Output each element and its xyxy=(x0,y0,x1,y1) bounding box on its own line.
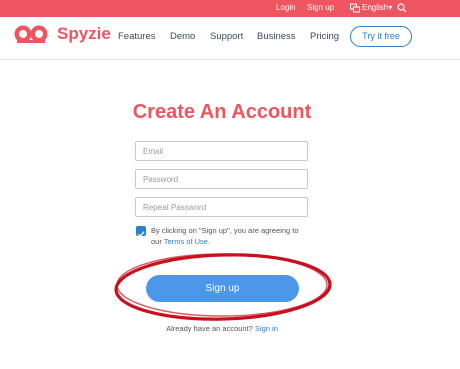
agreement-end: . xyxy=(207,237,211,246)
search-icon[interactable] xyxy=(397,3,407,13)
signin-link[interactable]: Sign in xyxy=(255,324,278,333)
password-field[interactable] xyxy=(135,169,308,189)
terms-of-use-link[interactable]: Terms of Use xyxy=(164,237,208,246)
nav-support[interactable]: Support xyxy=(210,31,243,43)
signin-prompt: Already have an account? Sign in xyxy=(0,324,444,334)
terms-agreement-text: By clicking on "Sign up", you are agreei… xyxy=(151,225,311,247)
page-title: Create An Account xyxy=(132,101,312,123)
chevron-down-icon: ▾ xyxy=(388,3,393,12)
language-selector[interactable]: English▾ xyxy=(362,3,392,13)
try-it-free-button[interactable]: Try it free xyxy=(350,26,412,47)
signup-button[interactable]: Sign up xyxy=(146,275,299,302)
top-bar: Login Sign up English▾ xyxy=(0,0,460,17)
spyzie-logo-icon[interactable] xyxy=(13,23,49,45)
top-signup-link[interactable]: Sign up xyxy=(307,3,334,13)
nav-business[interactable]: Business xyxy=(257,31,296,43)
nav-features[interactable]: Features xyxy=(118,31,156,43)
email-field[interactable] xyxy=(135,141,308,161)
nav-pricing[interactable]: Pricing xyxy=(310,31,339,43)
repeat-password-field[interactable] xyxy=(135,197,308,217)
nav-demo[interactable]: Demo xyxy=(170,31,195,43)
checkmark-icon xyxy=(137,231,145,238)
terms-checkbox[interactable] xyxy=(136,226,146,238)
login-link[interactable]: Login xyxy=(276,3,296,13)
brand-name[interactable]: Spyzie xyxy=(57,24,111,44)
language-icon xyxy=(350,3,360,13)
main-nav: Spyzie Features Demo Support Business Pr… xyxy=(0,17,460,60)
already-label: Already have an account? xyxy=(166,324,255,333)
language-label: English xyxy=(362,3,389,12)
